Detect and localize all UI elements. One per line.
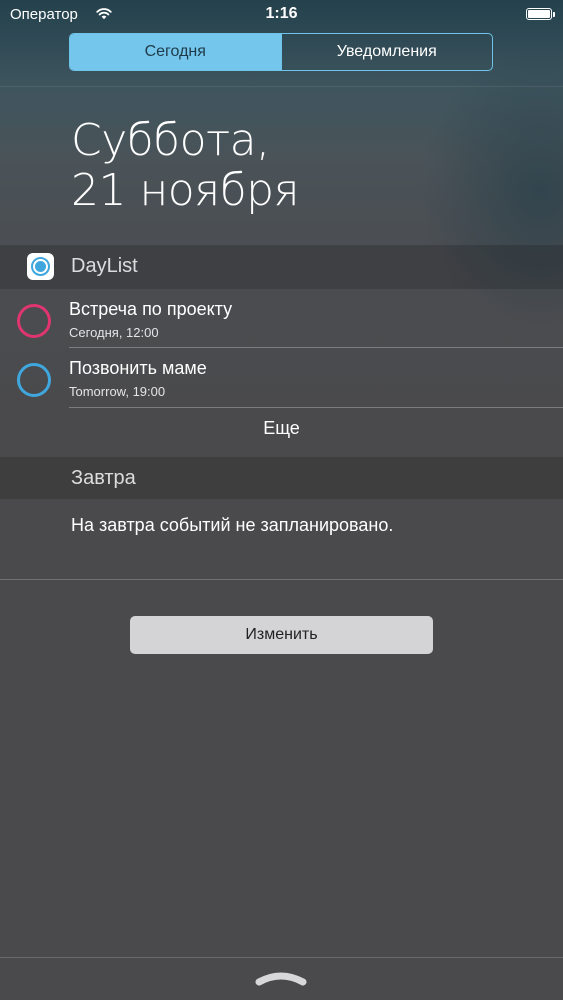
- status-time: 1:16: [265, 5, 298, 22]
- more-button[interactable]: Еще: [0, 418, 563, 439]
- edit-button[interactable]: Изменить: [130, 616, 433, 654]
- tomorrow-header-label: Завтра: [71, 467, 136, 489]
- status-bar: Оператор 1:16: [0, 0, 563, 30]
- widget-header[interactable]: DayList: [0, 245, 563, 289]
- date-weekday: Суббота,: [71, 115, 270, 166]
- task-title: Позвонить маме: [69, 358, 207, 378]
- task-checkbox-circle-icon[interactable]: [17, 363, 51, 397]
- task-checkbox-circle-icon[interactable]: [17, 304, 51, 338]
- task-item[interactable]: Встреча по проекту Сегодня, 12:00: [0, 289, 563, 349]
- widgets-bottom-divider: [0, 579, 563, 580]
- tomorrow-header: Завтра: [0, 457, 563, 499]
- widget-app-name: DayList: [71, 255, 138, 277]
- daylist-app-icon: [27, 253, 54, 280]
- task-title: Встреча по проекту: [69, 299, 233, 319]
- notification-center: Оператор 1:16 Сегодня Уведомления Суббот…: [0, 0, 563, 1000]
- battery-nub: [553, 12, 555, 17]
- task-subtitle: Tomorrow, 19:00: [69, 384, 166, 399]
- tab-notifications[interactable]: Уведомления: [280, 34, 493, 70]
- task-separator: [69, 407, 563, 408]
- grabber-divider: [0, 957, 563, 958]
- date-heading: Суббота, 21 ноября: [71, 115, 300, 216]
- grabber-handle-icon[interactable]: [255, 968, 307, 988]
- date-day: 21 ноября: [71, 165, 300, 216]
- no-events-text: На завтра событий не запланировано.: [71, 515, 394, 535]
- task-subtitle: Сегодня, 12:00: [69, 325, 159, 340]
- segmented-control: Сегодня Уведомления: [69, 33, 493, 71]
- battery-icon: [526, 8, 555, 20]
- app-icon-dot: [35, 261, 46, 272]
- battery-fill: [528, 10, 550, 18]
- task-item[interactable]: Позвонить маме Tomorrow, 19:00: [0, 348, 563, 408]
- tab-today[interactable]: Сегодня: [70, 34, 281, 70]
- header-divider: [0, 86, 563, 87]
